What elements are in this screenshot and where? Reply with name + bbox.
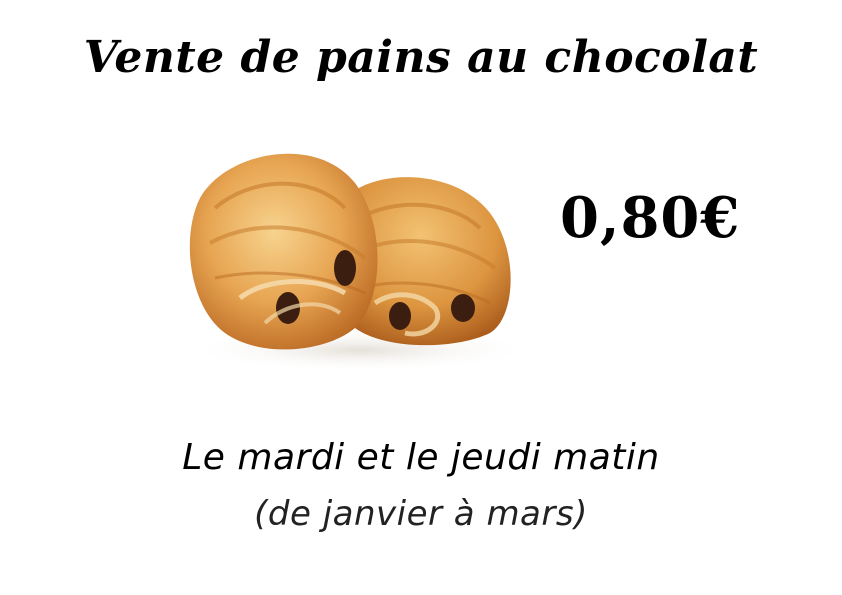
pains-au-chocolat-image xyxy=(185,153,535,372)
chocolate-bar xyxy=(451,294,475,322)
pastry-left xyxy=(189,153,378,350)
schedule-text: Le mardi et le jeudi matin xyxy=(182,437,660,478)
chocolate-bar xyxy=(334,250,356,286)
poster-title: Vente de pains au chocolat xyxy=(83,32,759,83)
period-text: (de janvier à mars) xyxy=(254,494,588,534)
price: 0,80€ xyxy=(560,185,741,251)
chocolate-bar xyxy=(389,302,411,330)
